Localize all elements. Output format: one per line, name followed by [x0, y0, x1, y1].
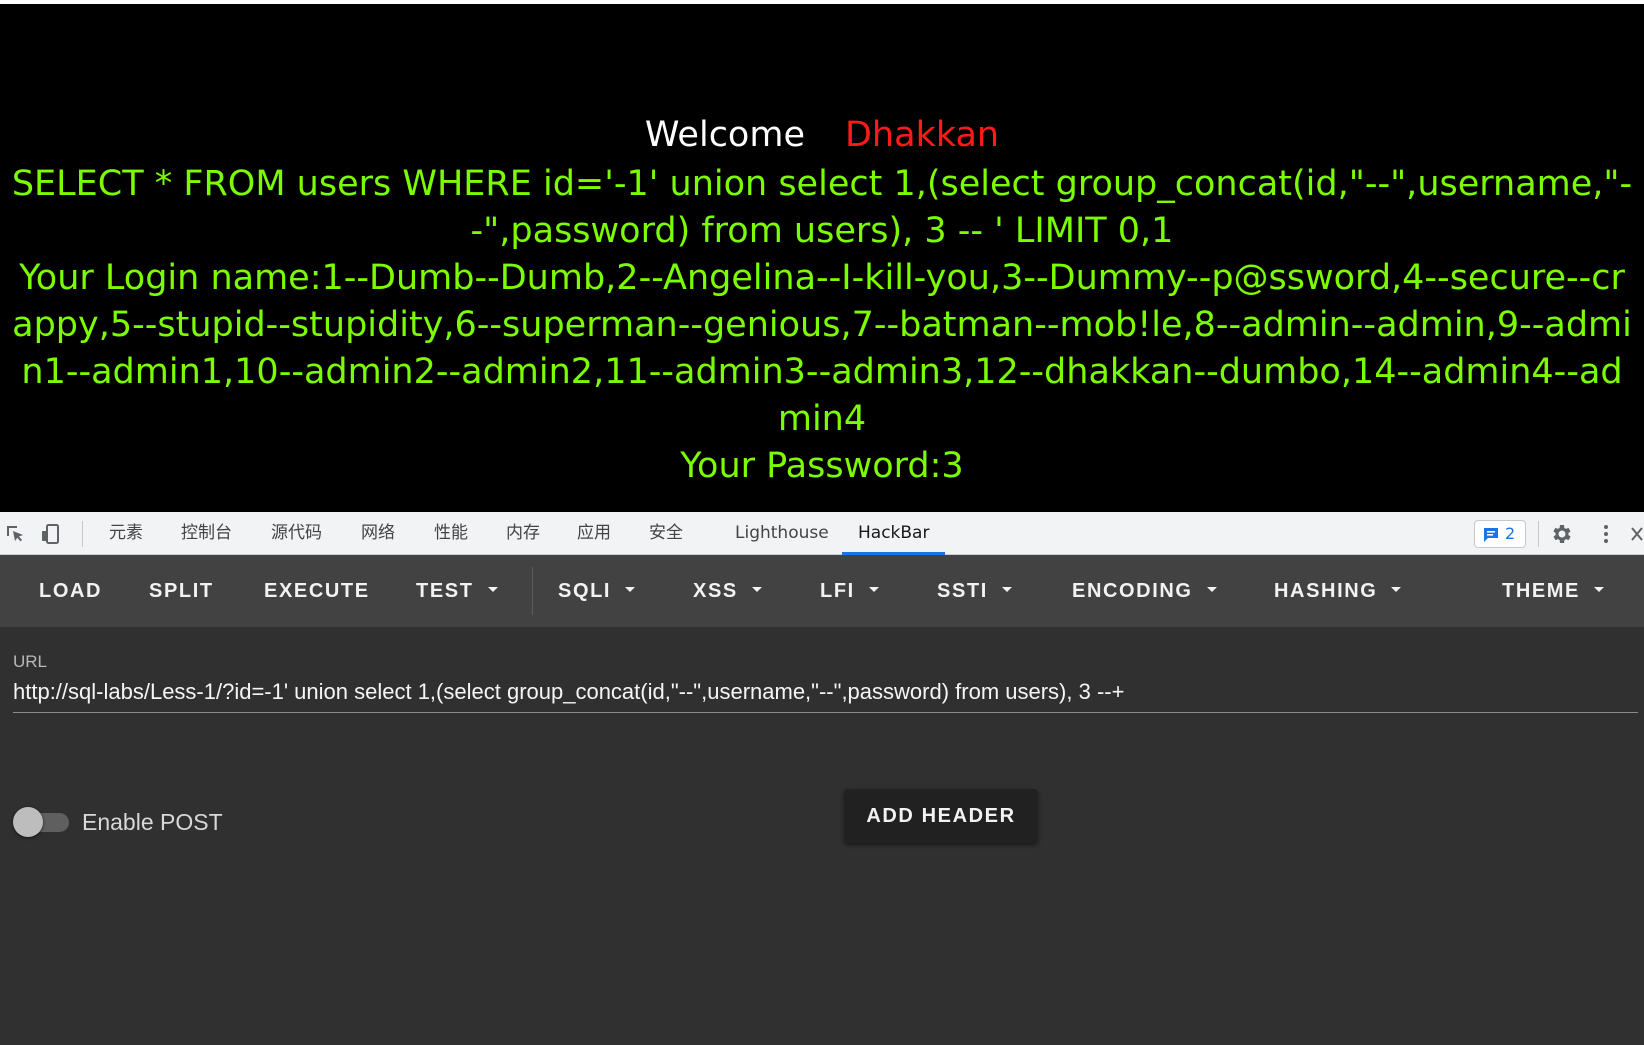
chevron-down-icon — [1206, 587, 1217, 593]
enable-post-toggle[interactable] — [13, 804, 71, 840]
theme-label: THEME — [1502, 580, 1580, 602]
xss-label: XSS — [693, 580, 738, 602]
add-header-button[interactable]: ADD HEADER — [844, 789, 1038, 843]
sqli-menu-button[interactable]: SQLI — [558, 555, 636, 627]
execute-button[interactable]: EXECUTE — [264, 555, 370, 627]
hashing-label: HASHING — [1274, 580, 1378, 602]
toolbar-divider — [1538, 521, 1539, 547]
theme-menu-button[interactable]: THEME — [1502, 555, 1604, 627]
tab-lighthouse[interactable]: Lighthouse — [735, 512, 829, 555]
device-toggle-icon[interactable] — [39, 522, 63, 546]
chevron-down-icon — [751, 587, 762, 593]
issues-count: 2 — [1505, 524, 1516, 543]
welcome-line: Welcome Dhakkan — [0, 112, 1644, 158]
sqli-label: SQLI — [558, 580, 612, 602]
tab-sources[interactable]: 源代码 — [271, 512, 322, 555]
tab-elements[interactable]: 元素 — [109, 512, 143, 555]
chevron-down-icon — [868, 587, 879, 593]
password-text: Your Password:3 — [680, 446, 964, 486]
encoding-label: ENCODING — [1072, 580, 1193, 602]
tab-security[interactable]: 安全 — [649, 512, 683, 555]
issues-icon — [1484, 528, 1498, 542]
chevron-down-icon — [1001, 587, 1012, 593]
tab-hackbar[interactable]: HackBar — [842, 512, 946, 555]
tab-memory[interactable]: 内存 — [506, 512, 540, 555]
execute-label: EXECUTE — [264, 580, 370, 602]
page-viewport: Welcome Dhakkan SELECT * FROM users WHERE… — [0, 0, 1644, 512]
url-label: URL — [13, 652, 48, 671]
sql-query-text: SELECT * FROM users WHERE id='-1' union … — [11, 164, 1633, 251]
xss-menu-button[interactable]: XSS — [693, 555, 762, 627]
toggle-thumb — [13, 807, 43, 837]
load-label: LOAD — [39, 580, 103, 602]
encoding-menu-button[interactable]: ENCODING — [1072, 555, 1217, 627]
devtools-tabbar: 元素 控制台 源代码 网络 性能 内存 应用 安全 Lighthouse Hac… — [0, 512, 1644, 555]
issues-button[interactable]: 2 — [1474, 520, 1526, 548]
inspect-icon[interactable] — [3, 522, 27, 546]
hashing-menu-button[interactable]: HASHING — [1274, 555, 1402, 627]
tab-application[interactable]: 应用 — [577, 512, 611, 555]
tab-network[interactable]: 网络 — [361, 512, 395, 555]
load-button[interactable]: LOAD — [39, 555, 102, 627]
url-input[interactable] — [13, 671, 1638, 713]
chevron-down-icon — [487, 587, 498, 593]
welcome-text: Welcome — [644, 115, 805, 155]
split-label: SPLIT — [149, 580, 214, 602]
enable-post-label: Enable POST — [82, 809, 223, 835]
ssti-label: SSTI — [937, 580, 988, 602]
lfi-menu-button[interactable]: LFI — [820, 555, 879, 627]
tab-performance[interactable]: 性能 — [434, 512, 468, 555]
close-icon[interactable] — [1630, 522, 1644, 546]
chevron-down-icon — [625, 587, 636, 593]
toolbar-divider — [82, 521, 83, 547]
hackbar-panel: URL Enable POST ADD HEADER — [0, 627, 1644, 1045]
user-name: Dhakkan — [844, 115, 1000, 155]
chevron-down-icon — [1391, 587, 1402, 593]
tab-console[interactable]: 控制台 — [181, 512, 232, 555]
query-result: SELECT * FROM users WHERE id='-1' union … — [10, 161, 1634, 490]
gear-icon[interactable] — [1550, 522, 1574, 546]
split-button[interactable]: SPLIT — [149, 555, 214, 627]
hackbar-toolbar: LOAD SPLIT EXECUTE TEST SQLI XSS LFI SST… — [0, 555, 1644, 627]
login-name-text: Your Login name:1--Dumb--Dumb,2--Angelin… — [12, 258, 1632, 439]
test-label: TEST — [416, 580, 474, 602]
lfi-label: LFI — [820, 580, 855, 602]
more-vertical-icon[interactable] — [1594, 522, 1618, 546]
chevron-down-icon — [1594, 587, 1604, 593]
test-menu-button[interactable]: TEST — [416, 555, 498, 627]
toolbar-divider — [532, 567, 533, 615]
ssti-menu-button[interactable]: SSTI — [937, 555, 1012, 627]
